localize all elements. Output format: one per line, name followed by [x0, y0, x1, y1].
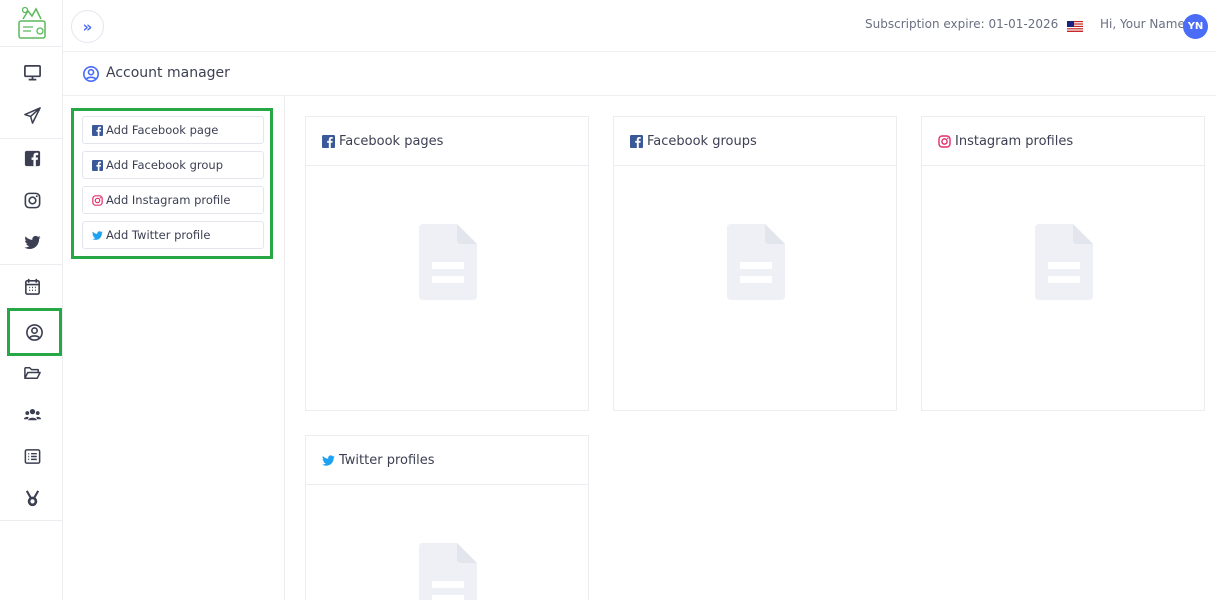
sidebar-item-files[interactable]: [12, 352, 52, 392]
user-circle-icon: [26, 323, 43, 341]
add-account-buttons: Add Facebook page Add Facebook group Add…: [71, 108, 273, 259]
medal-icon: [25, 489, 39, 506]
facebook-icon: [322, 134, 335, 148]
facebook-pages-card: Facebook pages: [305, 116, 589, 411]
chevrons-right-icon: »: [82, 17, 93, 36]
add-facebook-group-label: Add Facebook group: [106, 158, 224, 172]
twitter-icon: [322, 454, 335, 466]
card-header: Facebook groups: [614, 117, 896, 166]
list-icon: [24, 448, 40, 464]
sidebar-item-dashboard[interactable]: [12, 52, 52, 92]
card-title: Facebook groups: [647, 133, 757, 149]
add-facebook-page-button[interactable]: Add Facebook page: [82, 116, 264, 144]
sidebar-item-calendar[interactable]: [12, 266, 52, 306]
paper-plane-icon: [23, 106, 41, 124]
empty-file-icon: [1035, 224, 1093, 300]
add-twitter-profile-button[interactable]: Add Twitter profile: [82, 221, 264, 249]
page-title: Account manager: [106, 65, 230, 81]
twitter-icon: [92, 230, 103, 240]
calendar-icon: [24, 278, 40, 295]
facebook-icon: [630, 134, 643, 148]
users-icon: [23, 408, 41, 420]
sidebar-item-users[interactable]: [12, 394, 52, 434]
sidebar-divider: [0, 46, 62, 47]
add-instagram-profile-button[interactable]: Add Instagram profile: [82, 186, 264, 214]
top-header: » Subscription expire: 01-01-2026 Hi, Yo…: [63, 0, 1216, 52]
card-body: [306, 485, 588, 600]
folder-open-icon: [23, 366, 41, 379]
add-instagram-profile-label: Add Instagram profile: [106, 193, 231, 207]
monitor-icon: [23, 64, 41, 80]
add-facebook-page-label: Add Facebook page: [106, 123, 219, 137]
sidebar-item-publish[interactable]: [12, 95, 52, 135]
add-facebook-group-button[interactable]: Add Facebook group: [82, 151, 264, 179]
facebook-icon: [92, 159, 103, 171]
logo-icon[interactable]: [17, 5, 47, 41]
user-greeting[interactable]: Hi, Your Name: [1100, 17, 1185, 31]
facebook-groups-card: Facebook groups: [613, 116, 897, 411]
instagram-icon: [92, 194, 103, 206]
card-header: Twitter profiles: [306, 436, 588, 485]
instagram-profiles-card: Instagram profiles: [921, 116, 1205, 411]
card-header: Facebook pages: [306, 117, 588, 166]
sidebar-item-facebook[interactable]: [12, 138, 52, 178]
card-title: Instagram profiles: [955, 133, 1074, 149]
us-flag-icon[interactable]: [1067, 21, 1083, 32]
sidebar-item-twitter[interactable]: [12, 222, 52, 262]
sidebar-item-list[interactable]: [12, 436, 52, 476]
twitter-icon: [23, 235, 41, 249]
subscription-expiry: Subscription expire: 01-01-2026: [865, 17, 1059, 31]
empty-file-icon: [419, 543, 477, 600]
card-title: Facebook pages: [339, 133, 444, 149]
card-header: Instagram profiles: [922, 117, 1204, 166]
sidebar-divider: [0, 264, 62, 265]
facebook-icon: [24, 150, 40, 166]
instagram-icon: [938, 134, 951, 148]
add-account-panel: Add Facebook page Add Facebook group Add…: [63, 96, 285, 600]
page-title-bar: Account manager: [63, 52, 1216, 96]
facebook-icon: [92, 124, 103, 136]
instagram-icon: [24, 192, 40, 208]
empty-file-icon: [727, 224, 785, 300]
sidebar-item-account-manager[interactable]: [7, 308, 62, 356]
sidebar-toggle-button[interactable]: »: [71, 10, 104, 43]
user-circle-icon: [82, 65, 100, 83]
sidebar-item-awards[interactable]: [12, 478, 52, 518]
avatar[interactable]: YN: [1183, 14, 1208, 39]
sidebar-divider: [0, 520, 62, 521]
twitter-profiles-card: Twitter profiles: [305, 435, 589, 600]
add-twitter-profile-label: Add Twitter profile: [106, 228, 211, 242]
card-title: Twitter profiles: [339, 452, 435, 468]
sidebar: [0, 0, 63, 600]
sidebar-item-instagram[interactable]: [12, 180, 52, 220]
empty-file-icon: [419, 224, 477, 300]
